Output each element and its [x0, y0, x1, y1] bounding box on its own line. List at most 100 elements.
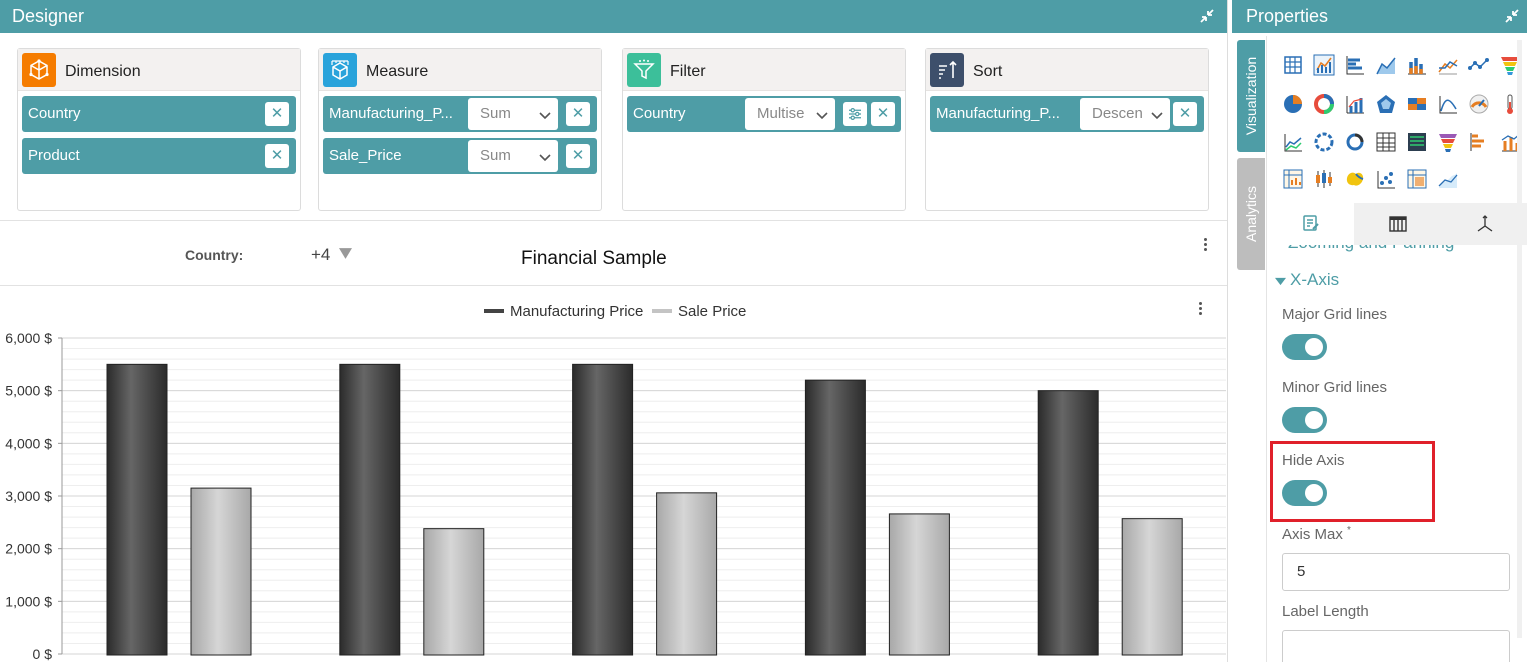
major-grid-toggle[interactable]: [1282, 334, 1327, 360]
line-bar-chart-icon[interactable]: [1313, 54, 1335, 76]
aggregation-select[interactable]: Sum: [468, 98, 558, 130]
collapse-icon[interactable]: [1504, 8, 1520, 24]
pie-chart-icon[interactable]: [1282, 93, 1304, 115]
bar-sale-price: [423, 528, 485, 656]
toggle-knob: [1305, 338, 1323, 356]
remove-button[interactable]: ✕: [871, 102, 895, 126]
curve-chart-icon[interactable]: [1437, 93, 1459, 115]
table-columns-icon: [1388, 216, 1407, 232]
caret-down-icon[interactable]: [339, 247, 352, 265]
tab-axis-properties[interactable]: [1441, 203, 1527, 245]
measure-card-header: Measure: [319, 49, 601, 91]
chevron-down-icon: [538, 140, 552, 172]
aggregation-value: Sum: [480, 147, 511, 164]
section-zooming-panning[interactable]: Zooming and Panning: [1288, 245, 1454, 253]
pivot-table-icon[interactable]: [1375, 131, 1397, 153]
y-tick-label: 2,000 $: [5, 541, 52, 557]
gauge-icon[interactable]: [1468, 93, 1490, 115]
bar-manufacturing-price: [572, 363, 634, 656]
chevron-down-icon: [1150, 98, 1164, 130]
measure-card-title: Measure: [366, 63, 429, 80]
tab-series-properties[interactable]: [1354, 203, 1441, 245]
sort-item-label: Manufacturing_P...: [936, 105, 1060, 122]
area-line-icon[interactable]: [1375, 54, 1397, 76]
dot-line-icon[interactable]: [1468, 54, 1490, 76]
remove-button[interactable]: ✕: [265, 102, 289, 126]
aggregation-select[interactable]: Sum: [468, 140, 558, 172]
measure-item-label: Manufacturing_P...: [329, 105, 453, 122]
label-length-input[interactable]: [1282, 630, 1510, 662]
legend-swatch: [652, 309, 672, 313]
dimension-item-product[interactable]: Product ✕: [22, 138, 296, 174]
y-tick-label: 6,000 $: [5, 330, 52, 346]
map-icon[interactable]: [1344, 168, 1366, 190]
major-grid-label: Major Grid lines: [1282, 306, 1388, 323]
ring-gauge-icon[interactable]: [1313, 131, 1335, 153]
hide-axis-toggle[interactable]: [1282, 480, 1327, 506]
axis-icon: [1477, 215, 1492, 232]
spline-area-icon[interactable]: [1437, 168, 1459, 190]
scrollbar-track[interactable]: [1517, 40, 1522, 638]
measure-item-sale-price[interactable]: Sale_Price Sum ✕: [323, 138, 597, 174]
horizontal-bar-icon[interactable]: [1344, 54, 1366, 76]
minor-grid-toggle[interactable]: [1282, 407, 1327, 433]
stacked-bar-icon[interactable]: [1406, 54, 1428, 76]
filter-card-header: Filter: [623, 49, 905, 91]
bar-line-icon[interactable]: [1344, 93, 1366, 115]
filter-settings-button[interactable]: [843, 102, 867, 126]
designer-title: Designer: [12, 6, 85, 26]
sort-order-select[interactable]: Descen: [1080, 98, 1170, 130]
donut-chart-icon[interactable]: [1313, 93, 1335, 115]
designer-panel: Designer Dimension Country ✕ Product ✕ M…: [0, 0, 1228, 662]
measure-item-manufacturing-price[interactable]: Manufacturing_P... Sum ✕: [323, 96, 597, 132]
crosstab-icon[interactable]: [1406, 168, 1428, 190]
section-x-axis[interactable]: X-Axis: [1290, 270, 1339, 290]
label-length-label: Label Length: [1282, 603, 1369, 620]
aggregation-value: Sum: [480, 105, 511, 122]
ring-icon[interactable]: [1344, 131, 1366, 153]
multi-line-icon[interactable]: [1437, 54, 1459, 76]
y-tick-label: 4,000 $: [5, 435, 52, 451]
caret-down-icon[interactable]: [1275, 274, 1286, 292]
scatter-icon[interactable]: [1375, 168, 1397, 190]
country-filter-value[interactable]: +4: [311, 245, 330, 265]
pivot-chart-icon[interactable]: [1282, 168, 1304, 190]
tab-analytics[interactable]: Analytics: [1237, 158, 1265, 270]
radar-chart-icon[interactable]: [1375, 93, 1397, 115]
y-tick-label: 0 $: [33, 646, 53, 662]
bar-sale-price: [1121, 518, 1183, 656]
collapse-icon[interactable]: [1199, 8, 1215, 24]
remove-button[interactable]: ✕: [566, 102, 590, 126]
remove-button[interactable]: ✕: [1173, 102, 1197, 126]
report-menu-icon[interactable]: [1203, 238, 1209, 253]
pyramid-funnel-icon[interactable]: [1437, 131, 1459, 153]
chart-menu-icon[interactable]: [1198, 302, 1204, 317]
report-header: Country: +4 Financial Sample: [0, 220, 1227, 286]
tab-visualization[interactable]: Visualization: [1237, 40, 1265, 152]
bar-chart: 0 $ 1,000 $ 2,000 $ 3,000 $ 4,000 $ 5,000 $ 6,…: [5, 303, 1226, 662]
dimension-card: Dimension Country ✕ Product ✕: [17, 48, 301, 211]
chevron-down-icon: [538, 98, 552, 130]
grid-table-icon[interactable]: [1282, 54, 1304, 76]
filter-mode-select[interactable]: Multise: [745, 98, 835, 130]
properties-title: Properties: [1246, 6, 1329, 26]
bar-manufacturing-price: [339, 363, 401, 656]
heatmap-icon[interactable]: [1406, 93, 1428, 115]
sort-item-manufacturing-price[interactable]: Manufacturing_P... Descen ✕: [930, 96, 1204, 132]
filter-item-country[interactable]: Country Multise ✕: [627, 96, 901, 132]
remove-button[interactable]: ✕: [566, 144, 590, 168]
tab-analytics-label: Analytics: [1243, 185, 1259, 243]
sort-card-header: Sort: [926, 49, 1208, 91]
tab-general-properties[interactable]: [1267, 203, 1354, 245]
remove-button[interactable]: ✕: [265, 144, 289, 168]
dimension-item-country[interactable]: Country ✕: [22, 96, 296, 132]
y-tick-label: 3,000 $: [5, 488, 52, 504]
dimension-item-label: Product: [28, 147, 80, 164]
line-step-icon[interactable]: [1282, 131, 1304, 153]
y-tick-label: 1,000 $: [5, 593, 52, 609]
candlestick-icon[interactable]: [1313, 168, 1335, 190]
axis-max-input[interactable]: 5: [1282, 553, 1510, 591]
bar-ranking-icon[interactable]: [1468, 131, 1490, 153]
country-filter-label: Country:: [185, 247, 244, 263]
matrix-table-icon[interactable]: [1406, 131, 1428, 153]
